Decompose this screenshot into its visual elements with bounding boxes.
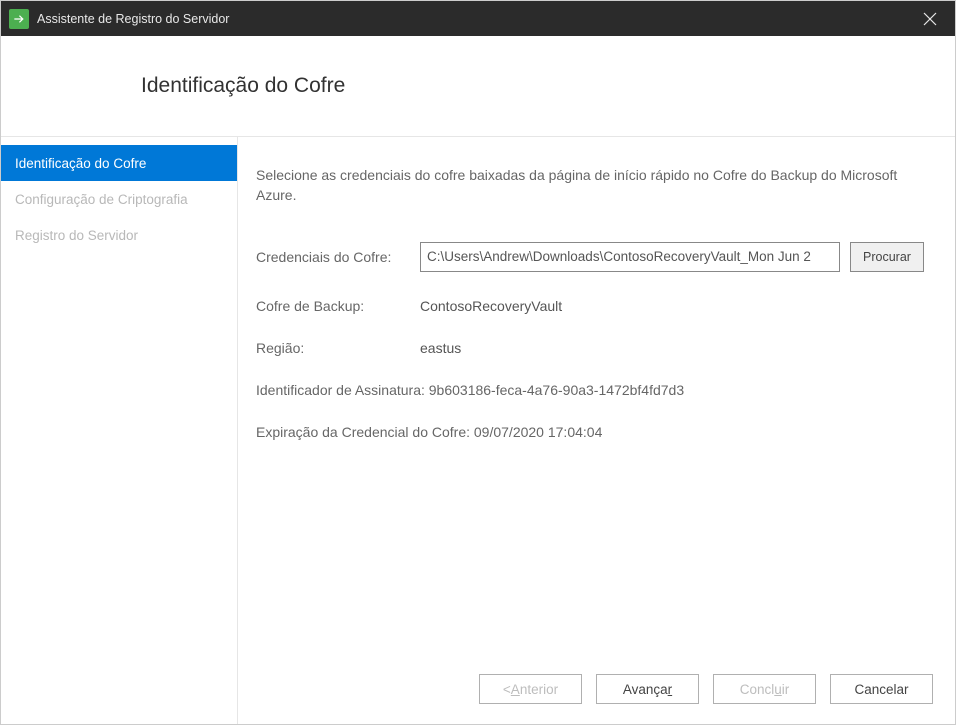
region-value: eastus — [420, 340, 461, 356]
previous-prefix: < — [503, 682, 511, 697]
sidebar-item-vault-identification[interactable]: Identificação do Cofre — [1, 145, 237, 181]
previous-key: A — [511, 682, 520, 697]
credentials-label: Credenciais do Cofre: — [256, 249, 420, 265]
next-button[interactable]: Avançar — [596, 674, 699, 704]
finish-post: ir — [782, 682, 790, 697]
backup-vault-row: Cofre de Backup: ContosoRecoveryVault — [256, 298, 933, 314]
finish-pre: Concl — [740, 682, 775, 697]
sidebar-item-label: Identificação do Cofre — [15, 156, 146, 171]
next-pre: Avança — [623, 682, 668, 697]
finish-button: Concluir — [713, 674, 816, 704]
backup-vault-label: Cofre de Backup: — [256, 298, 420, 314]
cancel-button[interactable]: Cancelar — [830, 674, 933, 704]
sidebar-item-label: Configuração de Criptografia — [15, 192, 188, 207]
subscription-id-line: Identificador de Assinatura: 9b603186-fe… — [256, 382, 933, 398]
finish-key: u — [774, 682, 782, 697]
body: Identificação do Cofre Configuração de C… — [1, 137, 955, 724]
page-header: Identificação do Cofre — [1, 36, 955, 137]
region-label: Região: — [256, 340, 420, 356]
app-icon — [9, 9, 29, 29]
credentials-row: Credenciais do Cofre: Procurar — [256, 242, 933, 272]
close-button[interactable] — [913, 2, 947, 36]
sidebar-item-server-registration[interactable]: Registro do Servidor — [1, 217, 237, 253]
credential-expiration-line: Expiração da Credencial do Cofre: 09/07/… — [256, 424, 933, 440]
page-title: Identificação do Cofre — [141, 74, 345, 98]
browse-button[interactable]: Procurar — [850, 242, 924, 272]
previous-rest: nterior — [520, 682, 558, 697]
credentials-input[interactable] — [420, 242, 840, 272]
instruction-text: Selecione as credenciais do cofre baixad… — [256, 165, 933, 206]
wizard-footer: < Anterior Avançar Concluir Cancelar — [479, 674, 933, 704]
previous-button: < Anterior — [479, 674, 582, 704]
main-content: Selecione as credenciais do cofre baixad… — [238, 137, 955, 724]
region-row: Região: eastus — [256, 340, 933, 356]
titlebar: Assistente de Registro do Servidor — [1, 1, 955, 36]
sidebar-item-encryption-config[interactable]: Configuração de Criptografia — [1, 181, 237, 217]
sidebar: Identificação do Cofre Configuração de C… — [1, 137, 238, 724]
window-title: Assistente de Registro do Servidor — [37, 12, 913, 26]
backup-vault-value: ContosoRecoveryVault — [420, 298, 562, 314]
sidebar-item-label: Registro do Servidor — [15, 228, 138, 243]
next-key: r — [668, 682, 673, 697]
